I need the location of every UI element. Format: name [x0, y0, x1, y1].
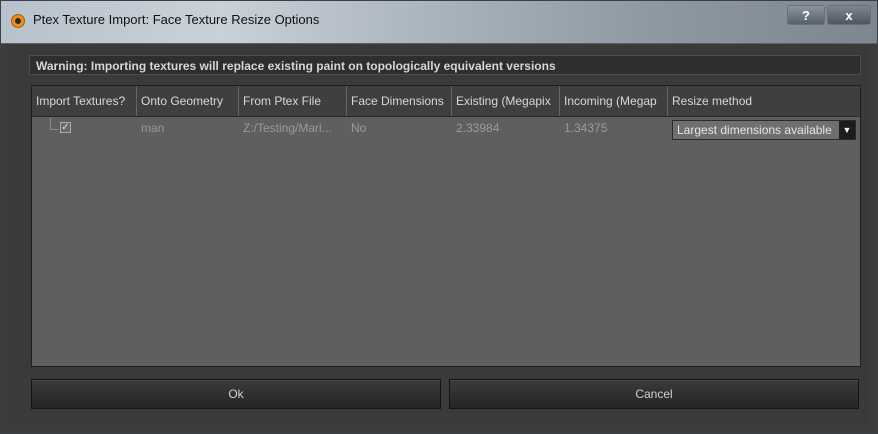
warning-message: Warning: Importing textures will replace…: [29, 55, 861, 75]
header-resize-method[interactable]: Resize method: [668, 86, 860, 116]
close-button[interactable]: x: [827, 5, 871, 25]
cancel-button[interactable]: Cancel: [449, 379, 859, 409]
resize-method-dropdown[interactable]: Largest dimensions available ▼: [672, 120, 856, 140]
dialog-window: Ptex Texture Import: Face Texture Resize…: [0, 0, 878, 434]
header-onto-geometry[interactable]: Onto Geometry: [137, 86, 239, 116]
help-button[interactable]: ?: [787, 5, 825, 25]
import-checkbox[interactable]: ✓: [60, 122, 71, 133]
texture-table: Import Textures? Onto Geometry From Ptex…: [31, 85, 861, 367]
resize-method-value: Largest dimensions available: [677, 123, 832, 137]
app-icon: [11, 14, 25, 28]
dialog-content: Warning: Importing textures will replace…: [9, 45, 869, 425]
header-from-ptex-file[interactable]: From Ptex File: [239, 86, 347, 116]
cell-face-dimensions: No: [351, 121, 367, 135]
header-import-textures[interactable]: Import Textures?: [32, 86, 137, 116]
cell-incoming: 1.34375: [564, 121, 608, 135]
header-incoming-megapixels[interactable]: Incoming (Megap: [560, 86, 668, 116]
header-existing-megapixels[interactable]: Existing (Megapix: [452, 86, 560, 116]
cell-geometry: man: [141, 121, 165, 135]
cell-existing: 2.33984: [456, 121, 500, 135]
table-row[interactable]: ✓ man Z:/Testing/Mari... No 2.33984 1.34…: [32, 116, 860, 140]
header-face-dimensions[interactable]: Face Dimensions: [347, 86, 452, 116]
window-title: Ptex Texture Import: Face Texture Resize…: [33, 12, 320, 27]
title-bar[interactable]: Ptex Texture Import: Face Texture Resize…: [1, 1, 877, 44]
chevron-down-icon[interactable]: ▼: [839, 121, 855, 139]
ok-button[interactable]: Ok: [31, 379, 441, 409]
cell-ptex-file: Z:/Testing/Mari...: [243, 121, 332, 135]
tree-branch-line: [50, 118, 59, 130]
table-header: Import Textures? Onto Geometry From Ptex…: [32, 86, 860, 117]
